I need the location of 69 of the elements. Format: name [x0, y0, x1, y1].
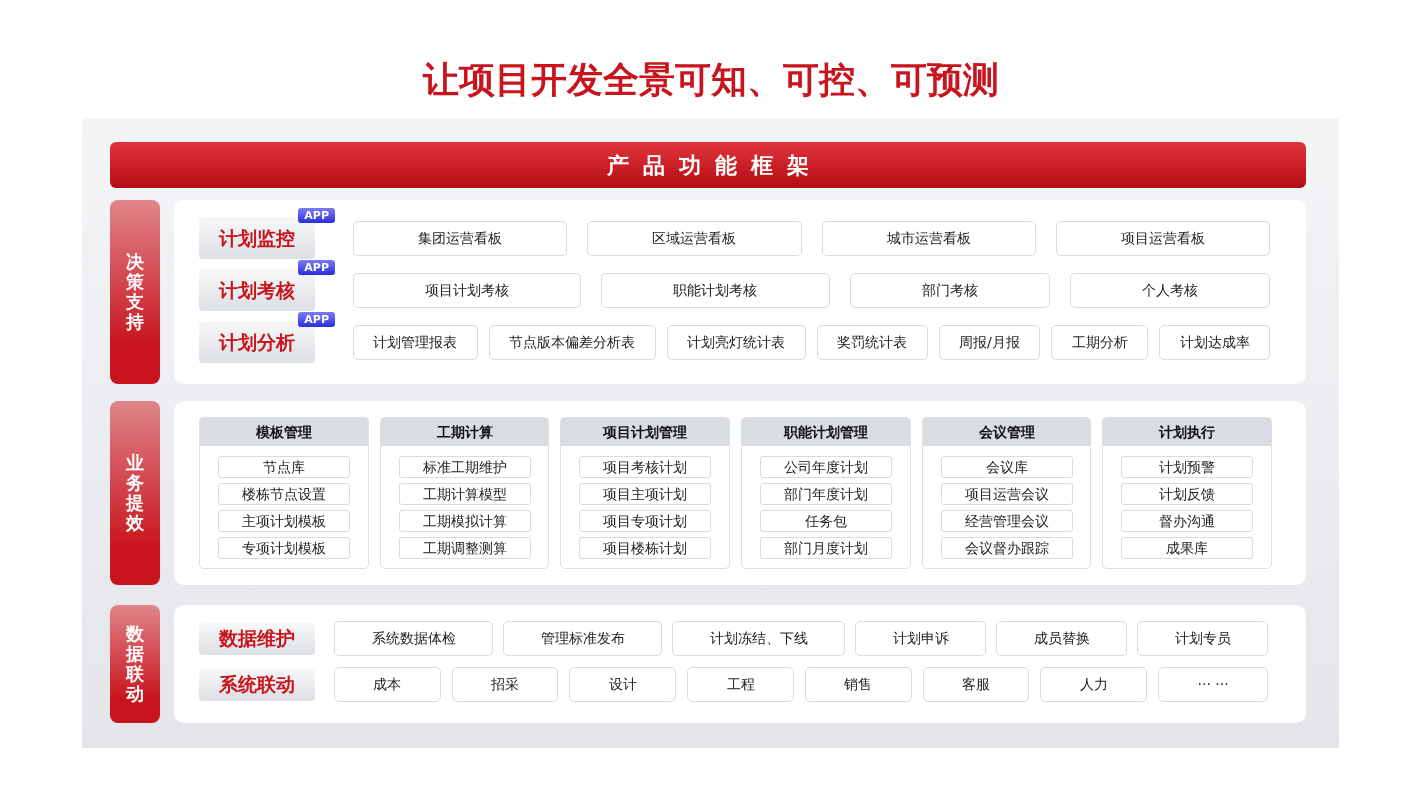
- feature-tag: 区域运营看板: [587, 220, 802, 256]
- feature-tag: 职能计划考核: [601, 272, 830, 308]
- feature-tag: 项目考核计划: [579, 456, 712, 478]
- feature-tag: 项目专项计划: [579, 510, 712, 532]
- module-title: 会议管理: [922, 418, 1091, 446]
- section-label: 业务提效: [126, 453, 144, 533]
- feature-tag: 会议库: [940, 456, 1073, 478]
- feature-tag: 计划达成率: [1159, 324, 1270, 360]
- feature-tag: 部门年度计划: [759, 483, 892, 505]
- feature-tag: 督办沟通: [1121, 510, 1254, 532]
- feature-tag: 计划管理报表: [353, 324, 478, 360]
- feature-tag: 计划反馈: [1121, 483, 1254, 505]
- feature-tag: 个人考核: [1069, 272, 1270, 308]
- section-label: 决策支持: [126, 252, 144, 332]
- module-title: 计划执行: [1103, 418, 1272, 446]
- feature-tag: 集团运营看板: [353, 220, 568, 256]
- page-title: 让项目开发全景可知、可控、可预测: [421, 58, 1000, 102]
- framework-header: 产品功能框架: [110, 142, 1306, 188]
- feature-tag: 部门考核: [849, 272, 1050, 308]
- feature-tag: 计划专员: [1137, 621, 1268, 656]
- section-label: 数据联动: [126, 624, 144, 704]
- module-title: 工期计算: [380, 418, 549, 446]
- feature-tag: 项目计划考核: [353, 272, 582, 308]
- feature-tag: 成员替换: [996, 621, 1127, 656]
- feature-tag: 成果库: [1121, 537, 1254, 559]
- app-badge: APP: [298, 260, 335, 275]
- feature-tag: 主项计划模板: [217, 510, 350, 532]
- module-title: 职能计划管理: [742, 418, 910, 446]
- feature-tag: 系统数据体检: [334, 621, 493, 656]
- feature-tag: 招采: [451, 667, 559, 702]
- feature-tag: 管理标准发布: [503, 621, 662, 656]
- feature-tag: 计划预警: [1121, 456, 1254, 478]
- feature-tag: 节点库: [217, 456, 350, 478]
- feature-tag: 工期调整测算: [398, 537, 531, 559]
- feature-tag: 专项计划模板: [217, 537, 350, 559]
- app-badge: APP: [298, 208, 335, 223]
- feature-tag: 销售: [804, 667, 912, 702]
- feature-tag: 节点版本偏差分析表: [488, 324, 656, 360]
- feature-tag: 人力: [1040, 667, 1148, 702]
- feature-tag: 公司年度计划: [759, 456, 892, 478]
- feature-tag: 楼栋节点设置: [217, 483, 350, 505]
- feature-tag: 成本: [334, 667, 441, 702]
- feature-tag: 标准工期维护: [398, 456, 531, 478]
- feature-tag: 客服: [922, 667, 1030, 702]
- feature-tag: 工期模拟计算: [398, 510, 531, 532]
- feature-tag: 工程: [687, 667, 794, 702]
- feature-tag: 计划亮灯统计表: [666, 324, 806, 360]
- feature-tag: 城市运营看板: [821, 220, 1036, 256]
- feature-tag: 奖罚统计表: [816, 324, 928, 360]
- feature-tag: 工期计算模型: [398, 483, 531, 505]
- feature-tag: 计划冻结、下线: [672, 621, 845, 656]
- feature-tag: 计划申诉: [855, 621, 986, 656]
- feature-tag: 部门月度计划: [759, 537, 892, 559]
- feature-tag: 工期分析: [1051, 324, 1149, 360]
- feature-tag: 经营管理会议: [940, 510, 1073, 532]
- feature-tag: 任务包: [759, 510, 892, 532]
- feature-tag: 设计: [569, 667, 677, 702]
- module-title: 项目计划管理: [561, 418, 729, 446]
- feature-tag: 项目运营会议: [940, 483, 1073, 505]
- feature-tag: 周报/月报: [938, 324, 1041, 360]
- feature-tag: 会议督办跟踪: [940, 537, 1073, 559]
- row-label: 系统联动: [199, 668, 315, 701]
- app-badge: APP: [298, 312, 335, 327]
- feature-tag: 项目运营看板: [1055, 220, 1270, 256]
- feature-tag: 项目主项计划: [579, 483, 712, 505]
- module-title: 模板管理: [200, 418, 368, 446]
- feature-tag: ··· ···: [1158, 667, 1269, 702]
- feature-tag: 项目楼栋计划: [579, 537, 712, 559]
- row-label: 数据维护: [199, 622, 315, 655]
